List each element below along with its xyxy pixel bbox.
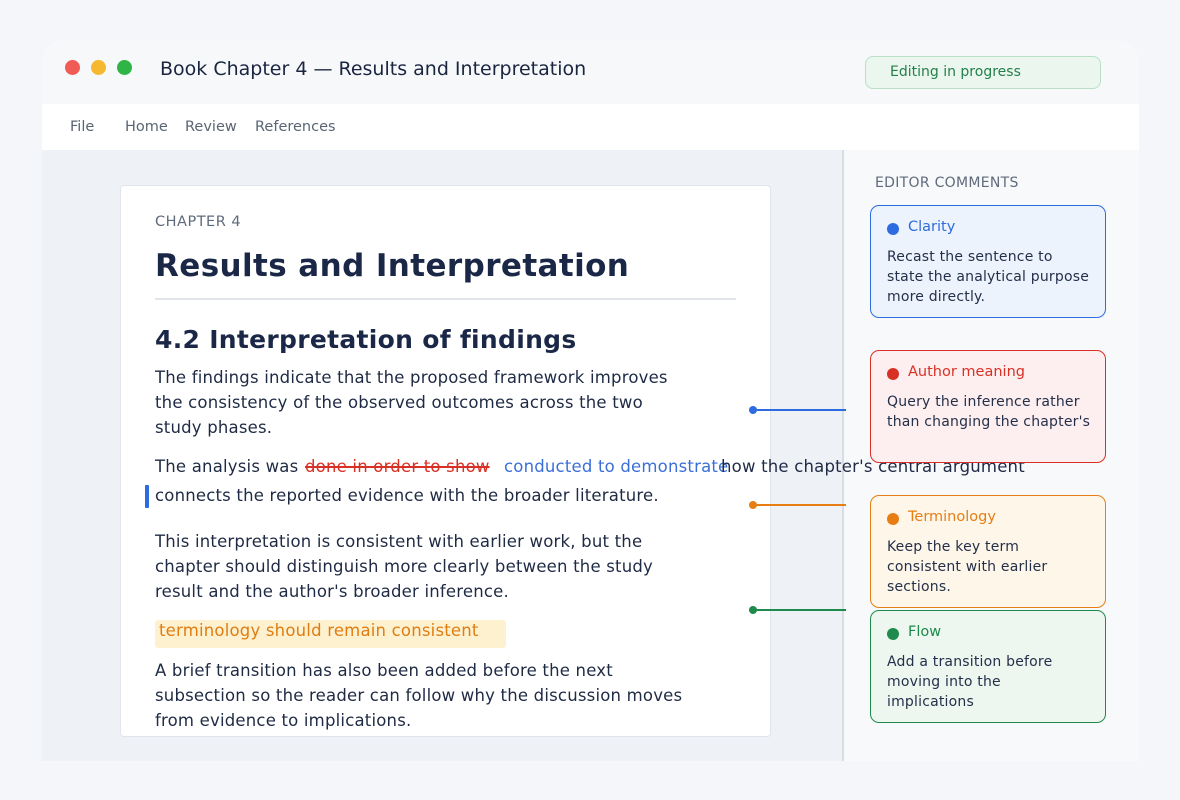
chapter-title: Results and Interpretation bbox=[155, 248, 630, 284]
paragraph-line: The findings indicate that the proposed … bbox=[155, 368, 668, 387]
menu-bar: File Home Review References bbox=[42, 104, 1139, 150]
menu-home[interactable]: Home bbox=[125, 119, 168, 135]
tracked-insertion[interactable]: conducted to demonstrate bbox=[504, 457, 728, 476]
paragraph-line: A brief transition has also been added b… bbox=[155, 661, 613, 680]
comment-body: Keep the key term consistent with earlie… bbox=[887, 539, 1048, 595]
title-divider bbox=[155, 298, 736, 300]
document-title: Book Chapter 4 — Results and Interpretat… bbox=[160, 58, 587, 80]
paragraph-line: subsection so the reader can follow why … bbox=[155, 686, 683, 705]
minimize-window-button[interactable] bbox=[91, 60, 106, 75]
comment-body: Recast the sentence to state the analyti… bbox=[887, 249, 1090, 305]
comment-card-terminology[interactable]: Terminology Keep the key term consistent… bbox=[870, 495, 1106, 608]
comments-panel-title: EDITOR COMMENTS bbox=[875, 175, 1019, 191]
comment-connector bbox=[753, 504, 846, 506]
comment-dot-icon bbox=[887, 223, 899, 235]
comment-card-author-meaning[interactable]: Author meaning Query the inference rathe… bbox=[870, 350, 1106, 463]
paragraph-line: chapter should distinguish more clearly … bbox=[155, 557, 654, 576]
paragraph-line: the consistency of the observed outcomes… bbox=[155, 393, 643, 412]
paragraph-line: connects the reported evidence with the … bbox=[155, 486, 659, 505]
comment-body: Add a transition before moving into the … bbox=[887, 654, 1053, 710]
menu-references[interactable]: References bbox=[255, 119, 336, 135]
highlighted-text: terminology should remain consistent bbox=[159, 621, 479, 640]
menu-review[interactable]: Review bbox=[185, 119, 237, 135]
status-badge: Editing in progress bbox=[865, 56, 1101, 89]
paragraph-line: result and the author's broader inferenc… bbox=[155, 582, 509, 601]
comment-title: Clarity bbox=[908, 219, 956, 235]
maximize-window-button[interactable] bbox=[117, 60, 132, 75]
comment-card-clarity[interactable]: Clarity Recast the sentence to state the… bbox=[870, 205, 1106, 318]
chapter-label: CHAPTER 4 bbox=[155, 214, 242, 230]
section-heading: 4.2 Interpretation of findings bbox=[155, 325, 577, 354]
comment-dot-icon bbox=[887, 628, 899, 640]
comment-title: Terminology bbox=[908, 509, 996, 525]
paragraph-line: study phases. bbox=[155, 418, 273, 437]
paragraph-line: from evidence to implications. bbox=[155, 711, 412, 730]
menu-file[interactable]: File bbox=[70, 119, 94, 135]
paragraph-line: The analysis was bbox=[155, 457, 299, 476]
comment-title: Flow bbox=[908, 624, 942, 640]
comment-dot-icon bbox=[887, 513, 899, 525]
comment-connector bbox=[753, 409, 846, 411]
change-bar bbox=[145, 485, 149, 508]
tracked-deletion[interactable]: done in order to show bbox=[305, 457, 490, 476]
comment-connector bbox=[753, 609, 846, 611]
comment-dot-icon bbox=[887, 368, 899, 380]
title-bar: Book Chapter 4 — Results and Interpretat… bbox=[42, 40, 1139, 104]
close-window-button[interactable] bbox=[65, 60, 80, 75]
comment-title: Author meaning bbox=[908, 364, 1025, 380]
comment-card-flow[interactable]: Flow Add a transition before moving into… bbox=[870, 610, 1106, 723]
paragraph-line: This interpretation is consistent with e… bbox=[155, 532, 643, 551]
comment-body: Query the inference rather than changing… bbox=[887, 394, 1091, 430]
